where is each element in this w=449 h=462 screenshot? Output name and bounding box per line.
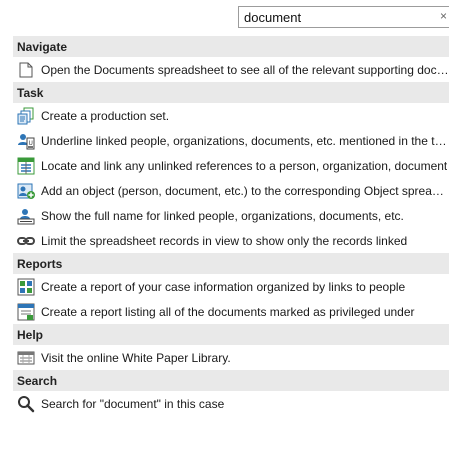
document-icon	[17, 61, 35, 79]
result-item-label: Open the Documents spreadsheet to see al…	[41, 62, 449, 77]
section-header-search: Search	[13, 370, 449, 391]
result-item[interactable]: Create a production set.	[13, 103, 449, 128]
add-object-icon	[17, 182, 35, 200]
command-search-panel: × Navigate Open the Documents spreadshee…	[0, 0, 449, 462]
result-item-label: Create a report listing all of the docum…	[41, 304, 415, 319]
link-chain-icon	[17, 232, 35, 250]
result-item-label: Visit the online White Paper Library.	[41, 350, 231, 365]
report-privileged-icon	[17, 303, 35, 321]
result-item-label: Search for "document" in this case	[41, 396, 225, 411]
production-set-icon	[17, 107, 35, 125]
report-links-icon	[17, 278, 35, 296]
result-item[interactable]: Create a report of your case information…	[13, 274, 449, 299]
result-item[interactable]: Create a report listing all of the docum…	[13, 299, 449, 324]
clear-icon[interactable]: ×	[440, 9, 447, 23]
search-box[interactable]: ×	[238, 6, 449, 28]
section-header-task: Task	[13, 82, 449, 103]
result-item-label: Limit the spreadsheet records in view to…	[41, 233, 408, 248]
result-item[interactable]: U Underline linked people, organizations…	[13, 128, 449, 153]
result-item[interactable]: Show the full name for linked people, or…	[13, 203, 449, 228]
result-item-label: Underline linked people, organizations, …	[41, 133, 449, 148]
search-input[interactable]	[244, 9, 424, 25]
result-item-label: Show the full name for linked people, or…	[41, 208, 404, 223]
result-item-label: Add an object (person, document, etc.) t…	[41, 183, 449, 198]
section-header-reports: Reports	[13, 253, 449, 274]
locate-link-icon	[17, 157, 35, 175]
result-item[interactable]: Visit the online White Paper Library.	[13, 345, 449, 370]
web-library-icon	[17, 349, 35, 367]
result-item[interactable]: Limit the spreadsheet records in view to…	[13, 228, 449, 253]
result-item[interactable]: Locate and link any unlinked references …	[13, 153, 449, 178]
result-item[interactable]: Open the Documents spreadsheet to see al…	[13, 57, 449, 82]
svg-text:U: U	[29, 140, 33, 147]
result-item[interactable]: Add an object (person, document, etc.) t…	[13, 178, 449, 203]
result-item-label: Locate and link any unlinked references …	[41, 158, 448, 173]
underline-link-icon: U	[17, 132, 35, 150]
section-header-navigate: Navigate	[13, 36, 449, 57]
section-header-help: Help	[13, 324, 449, 345]
search-icon	[17, 395, 35, 413]
result-item[interactable]: Search for "document" in this case	[13, 391, 449, 416]
results-list: Navigate Open the Documents spreadsheet …	[13, 36, 449, 416]
result-item-label: Create a production set.	[41, 108, 170, 123]
full-name-icon	[17, 207, 35, 225]
result-item-label: Create a report of your case information…	[41, 279, 406, 294]
